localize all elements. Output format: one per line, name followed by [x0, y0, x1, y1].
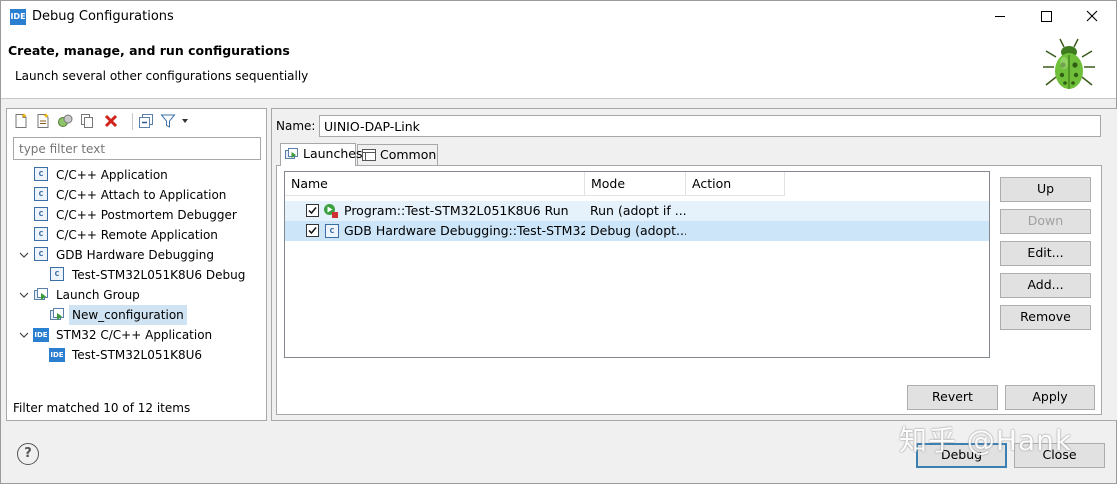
- common-icon: [362, 149, 376, 161]
- minimize-button[interactable]: [977, 1, 1023, 32]
- c-file-icon: c: [34, 167, 48, 181]
- launches-icon: [285, 148, 298, 159]
- header-subtitle: Launch several other configurations sequ…: [15, 69, 309, 83]
- launch-group-icon: [50, 308, 64, 320]
- close-icon: [1086, 10, 1098, 22]
- apply-button[interactable]: Apply: [1005, 385, 1095, 410]
- ide-icon: IDE: [33, 328, 49, 342]
- row-mode: Run (adopt if ...: [590, 203, 686, 218]
- new-config-icon[interactable]: [13, 113, 29, 129]
- help-icon[interactable]: ?: [17, 443, 39, 465]
- c-file-icon: c: [34, 247, 48, 261]
- collapse-all-icon[interactable]: [138, 113, 154, 129]
- window-title: Debug Configurations: [32, 9, 174, 24]
- export-icon[interactable]: [57, 113, 73, 129]
- row-checkbox[interactable]: [306, 224, 319, 237]
- column-header-name[interactable]: Name: [285, 172, 585, 196]
- c-file-icon: c: [34, 227, 48, 241]
- toolbar-separator: [132, 113, 133, 130]
- remove-button[interactable]: Remove: [1000, 305, 1091, 330]
- edit-button[interactable]: Edit...: [1000, 241, 1091, 266]
- c-file-icon: c: [34, 207, 48, 221]
- tab-launches[interactable]: Launches: [280, 143, 362, 166]
- maximize-button[interactable]: [1023, 1, 1069, 32]
- launch-group-icon: [34, 288, 48, 300]
- row-name: Program::Test-STM32L051K8U6 Run: [344, 203, 569, 218]
- chevron-down-icon[interactable]: [19, 290, 29, 300]
- name-field[interactable]: [319, 115, 1101, 137]
- ide-icon: IDE: [49, 348, 65, 362]
- table-row[interactable]: Program::Test-STM32L051K8U6 Run Run (ado…: [285, 201, 989, 221]
- chevron-down-icon[interactable]: [19, 250, 29, 260]
- add-button[interactable]: Add...: [1000, 273, 1091, 298]
- name-label: Name:: [276, 119, 316, 133]
- down-button[interactable]: Down: [1000, 209, 1091, 234]
- c-file-icon: c: [34, 187, 48, 201]
- maximize-icon: [1041, 11, 1052, 22]
- configuration-tree-panel: c C/C++ Application c C/C++ Attach to Ap…: [6, 108, 267, 421]
- delete-icon[interactable]: [103, 113, 119, 129]
- up-button[interactable]: Up: [1000, 177, 1091, 202]
- dropdown-arrow-icon[interactable]: [180, 113, 190, 129]
- close-window-button[interactable]: [1069, 1, 1115, 32]
- filter-icon[interactable]: [160, 113, 176, 129]
- row-name: GDB Hardware Debugging::Test-STM32L051K8…: [344, 223, 585, 238]
- configuration-editor-panel: Name: Launches Common Name Mode Action: [271, 108, 1117, 421]
- row-checkbox[interactable]: [306, 204, 319, 217]
- checkmark-icon: [308, 227, 317, 235]
- c-file-icon: c: [50, 267, 64, 281]
- column-header-mode[interactable]: Mode: [585, 172, 686, 196]
- chevron-down-icon[interactable]: [19, 330, 29, 340]
- filter-status-text: Filter matched 10 of 12 items: [13, 401, 191, 415]
- watermark-text: 知乎 @Hank: [899, 424, 1073, 457]
- launches-table: Name Mode Action Program::Test-STM32L051…: [284, 171, 990, 358]
- program-run-icon: [324, 204, 338, 218]
- debug-bug-icon: [1043, 38, 1095, 89]
- checkmark-icon: [308, 207, 317, 215]
- minimize-icon: [995, 16, 1005, 17]
- filter-input[interactable]: [13, 137, 261, 160]
- debug-configurations-dialog: IDE Debug Configurations Create, manage,…: [0, 0, 1117, 484]
- duplicate-icon[interactable]: [79, 113, 95, 129]
- column-header-action[interactable]: Action: [686, 172, 785, 196]
- tree-toolbar: [7, 109, 266, 135]
- launches-tab-body: Name Mode Action Program::Test-STM32L051…: [276, 165, 1102, 415]
- c-file-icon: c: [325, 224, 339, 238]
- header-divider: [1, 98, 1116, 99]
- dialog-header: Create, manage, and run configurations L…: [1, 32, 1116, 98]
- header-title: Create, manage, and run configurations: [8, 43, 290, 58]
- title-bar: IDE Debug Configurations: [1, 1, 1116, 32]
- ide-app-icon: IDE: [10, 9, 26, 25]
- row-mode: Debug (adopt...: [590, 223, 686, 238]
- revert-button[interactable]: Revert: [907, 385, 998, 410]
- new-prototype-icon[interactable]: [35, 113, 51, 129]
- tab-common[interactable]: Common: [357, 144, 438, 166]
- table-row[interactable]: c GDB Hardware Debugging::Test-STM32L051…: [285, 221, 989, 241]
